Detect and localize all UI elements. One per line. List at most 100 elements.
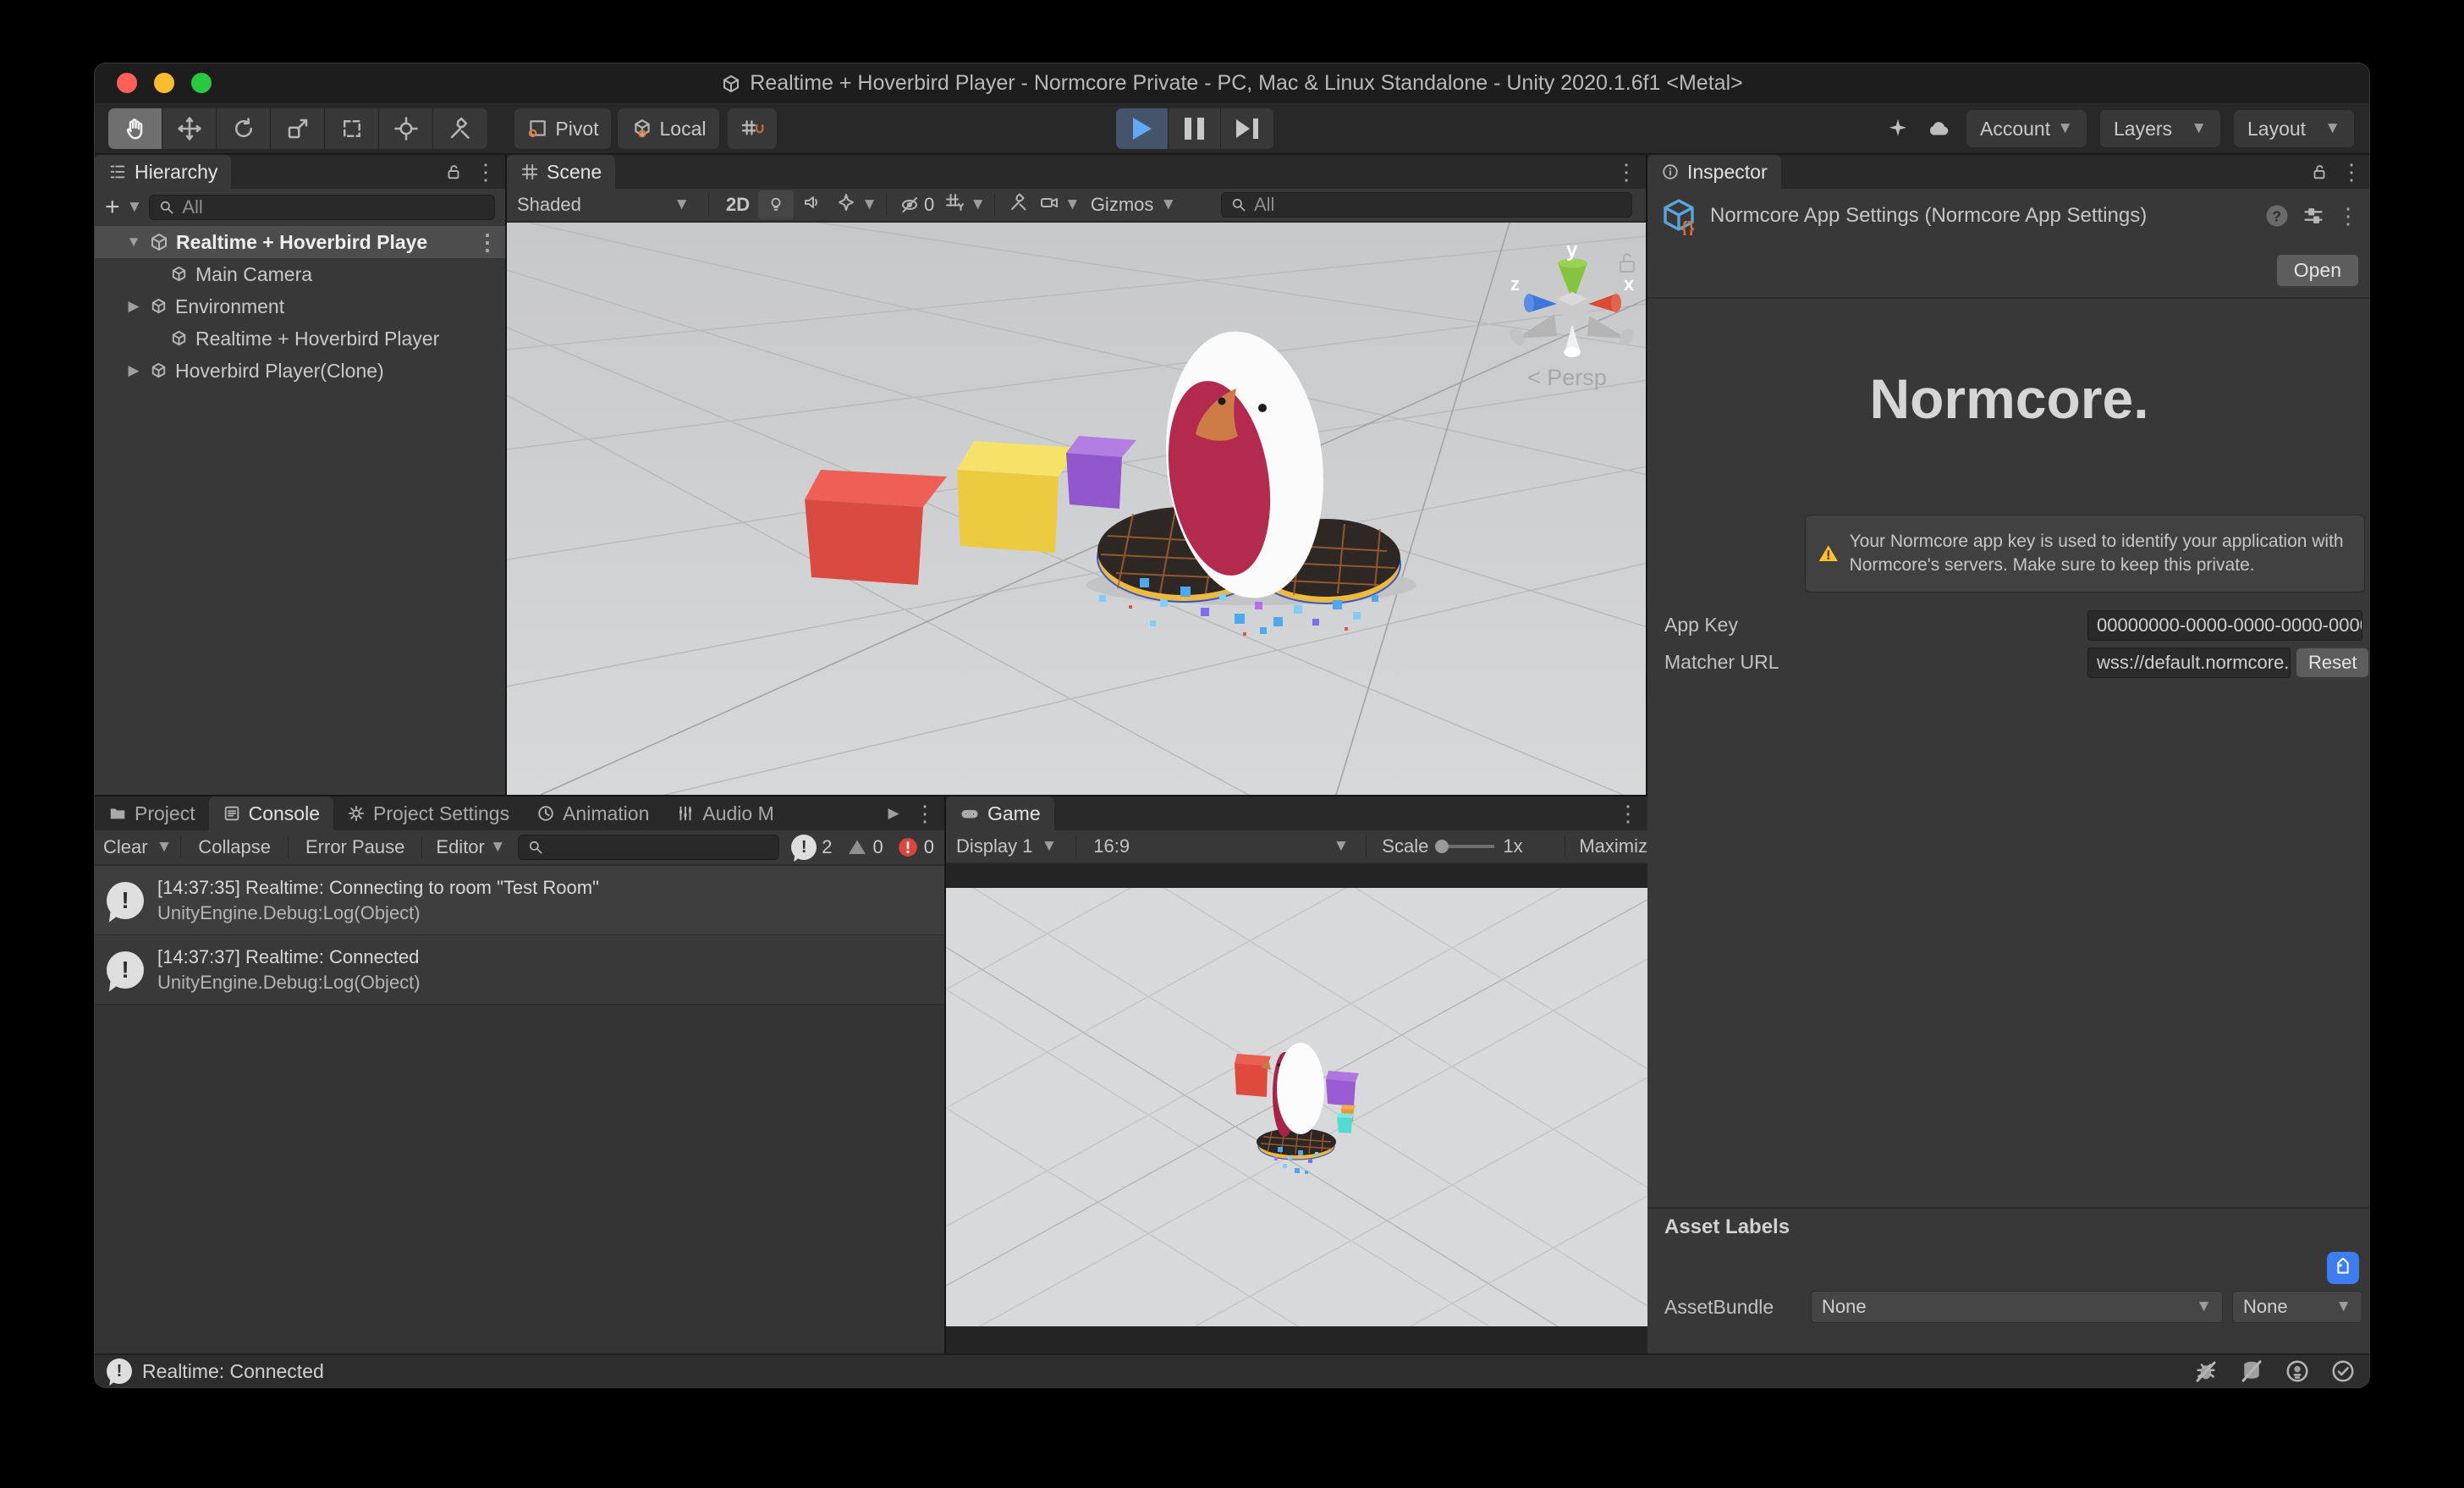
tab-game[interactable]: Game	[946, 796, 1054, 830]
aspect-ratio-dropdown[interactable]: 16:9▼	[1085, 835, 1357, 857]
2d-toggle[interactable]: 2D	[718, 194, 758, 216]
collapse-triangle-icon[interactable]: ▼	[125, 234, 142, 251]
tab-hierarchy[interactable]: Hierarchy	[95, 155, 231, 189]
hierarchy-item-realtime-player[interactable]: Realtime + Hoverbird Player	[95, 322, 505, 355]
preview-packages-icon[interactable]	[1885, 116, 1911, 141]
account-dropdown[interactable]: Account▼	[1966, 110, 2087, 147]
expand-triangle-icon[interactable]: ▶	[125, 362, 142, 379]
slider-knob[interactable]	[1435, 840, 1449, 853]
cache-server-disabled-icon[interactable]	[2239, 1358, 2264, 1384]
collapse-toggle[interactable]: Collapse	[190, 836, 279, 858]
log-entry[interactable]: ! [14:37:35] Realtime: Connecting to roo…	[95, 866, 944, 935]
transform-tool-button[interactable]	[379, 108, 433, 149]
chevron-down-icon[interactable]: ▼	[127, 198, 143, 217]
scale-tool-button[interactable]	[271, 108, 325, 149]
hierarchy-item-environment[interactable]: ▶ Environment	[95, 290, 505, 322]
hierarchy-item-hoverbird-clone[interactable]: ▶ Hoverbird Player(Clone)	[95, 355, 505, 387]
component-tools-button[interactable]	[1004, 192, 1034, 218]
play-button[interactable]	[1116, 108, 1169, 149]
warning-filter-toggle[interactable]: 0	[846, 836, 883, 858]
create-object-button[interactable]: +	[105, 195, 120, 220]
error-filter-toggle[interactable]: 0	[897, 836, 934, 858]
window-title: Realtime + Hoverbird Player - Normcore P…	[750, 71, 1742, 96]
editor-dropdown[interactable]: Editor	[431, 836, 489, 858]
asset-labels-header[interactable]: Asset Labels	[1647, 1207, 2370, 1246]
step-button[interactable]	[1221, 108, 1273, 149]
custom-tool-button[interactable]	[433, 108, 487, 149]
cloud-collab-icon[interactable]	[1924, 116, 1953, 141]
debugger-disabled-icon[interactable]	[2193, 1358, 2219, 1384]
scene-lighting-toggle[interactable]	[758, 190, 794, 219]
presets-icon[interactable]	[2302, 204, 2325, 228]
scene-effects-toggle[interactable]	[831, 192, 861, 218]
expand-triangle-icon[interactable]: ▶	[125, 298, 142, 315]
chevron-down-icon[interactable]: ▼	[1064, 196, 1081, 214]
hierarchy-search-field[interactable]: All	[149, 195, 495, 220]
unlock-icon[interactable]	[2310, 163, 2329, 181]
panel-menu-icon[interactable]: ⋮	[475, 161, 497, 183]
grid-visibility-toggle[interactable]	[939, 192, 970, 218]
maximize-on-play-toggle[interactable]: Maximiz	[1574, 835, 1647, 857]
reset-button[interactable]: Reset	[2296, 648, 2369, 678]
scale-slider[interactable]	[1435, 840, 1494, 853]
open-button[interactable]: Open	[2276, 254, 2359, 287]
zoom-window-button[interactable]	[191, 73, 212, 93]
scene-viewport[interactable]: y z x < Persp	[507, 223, 1646, 795]
asset-label-tag-button[interactable]	[2327, 1252, 2359, 1284]
info-filter-toggle[interactable]: ! 2	[791, 835, 832, 860]
help-icon[interactable]: ?	[2264, 203, 2290, 229]
unlock-icon[interactable]	[444, 163, 463, 181]
console-search-field[interactable]	[518, 835, 780, 860]
chevron-down-icon[interactable]: ▼	[970, 196, 986, 214]
hand-tool-button[interactable]	[108, 108, 162, 149]
layers-dropdown[interactable]: Layers▼	[2100, 110, 2220, 147]
chevron-down-icon: ▼	[1333, 837, 1349, 856]
appkey-field[interactable]: 00000000-0000-0000-0000-000000000000	[2087, 610, 2362, 641]
move-tool-button[interactable]	[162, 108, 217, 149]
local-toggle-button[interactable]: Local	[618, 108, 719, 149]
tab-audio-mixer[interactable]: Audio M	[663, 796, 787, 830]
inspector-header-menu-icon[interactable]: ⋮	[2337, 205, 2359, 227]
status-bar[interactable]: ! Realtime: Connected	[95, 1353, 2369, 1387]
panel-menu-icon[interactable]: ⋮	[2340, 161, 2362, 183]
minimize-window-button[interactable]	[154, 73, 174, 93]
tab-project[interactable]: Project	[95, 796, 209, 830]
tab-overflow-icon[interactable]: ▶	[885, 805, 902, 822]
tab-console[interactable]: Console	[209, 796, 333, 830]
auto-refresh-icon[interactable]	[2285, 1358, 2310, 1384]
rect-tool-button[interactable]	[325, 108, 379, 149]
chevron-down-icon[interactable]: ▼	[861, 196, 877, 214]
close-window-button[interactable]	[117, 73, 137, 93]
display-dropdown[interactable]: Display 1▼	[946, 835, 1067, 857]
grid-snap-toggle-button[interactable]	[728, 108, 777, 149]
tab-scene[interactable]: Scene	[507, 155, 615, 189]
rotate-tool-button[interactable]	[217, 108, 271, 149]
assetbundle-dropdown[interactable]: None▼	[1811, 1291, 2223, 1323]
scene-visibility-toggle[interactable]: 0	[895, 194, 939, 216]
gizmos-dropdown[interactable]: Gizmos▼	[1081, 194, 1186, 216]
tab-animation[interactable]: Animation	[523, 796, 663, 830]
scene-search-field[interactable]: All	[1221, 192, 1632, 218]
log-entry[interactable]: ! [14:37:37] Realtime: Connected UnityEn…	[95, 935, 944, 1005]
pause-button[interactable]	[1169, 108, 1221, 149]
tab-inspector[interactable]: Inspector	[1647, 155, 1781, 189]
scene-row-menu-icon[interactable]: ⋮	[476, 231, 498, 253]
pivot-toggle-button[interactable]: Pivot	[514, 108, 611, 149]
scene-audio-toggle[interactable]	[794, 192, 831, 218]
game-viewport[interactable]	[946, 888, 1647, 1326]
scene-camera-button[interactable]	[1034, 192, 1064, 218]
panel-menu-icon[interactable]: ⋮	[1615, 161, 1637, 183]
clear-button[interactable]: Clear	[95, 836, 157, 858]
draw-mode-dropdown[interactable]: Shaded▼	[507, 194, 700, 216]
hierarchy-scene-row[interactable]: ▼ Realtime + Hoverbird Playe ⋮	[95, 226, 505, 258]
assetbundle-variant-dropdown[interactable]: None▼	[2232, 1291, 2362, 1323]
error-pause-toggle[interactable]: Error Pause	[297, 836, 413, 858]
tab-project-settings[interactable]: Project Settings	[333, 796, 523, 830]
layout-dropdown[interactable]: Layout▼	[2234, 110, 2354, 147]
panel-menu-icon[interactable]: ⋮	[914, 802, 936, 824]
chevron-down-icon[interactable]: ▼	[157, 838, 173, 857]
background-tasks-icon[interactable]	[2330, 1358, 2356, 1384]
hierarchy-item-main-camera[interactable]: Main Camera	[95, 258, 505, 290]
panel-menu-icon[interactable]: ⋮	[1617, 802, 1639, 824]
matcher-url-field[interactable]: wss://default.normcore.normalvr.com	[2087, 648, 2291, 678]
